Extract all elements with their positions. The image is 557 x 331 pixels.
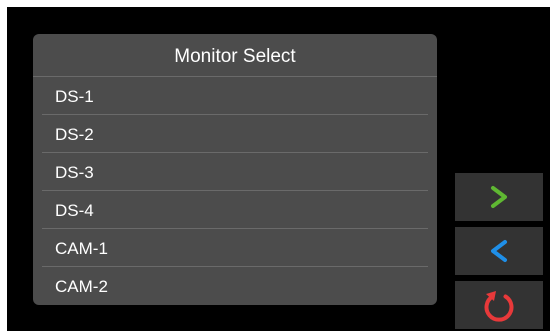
- list-item-ds-1[interactable]: DS-1: [42, 77, 428, 115]
- previous-button[interactable]: [455, 227, 543, 275]
- chevron-left-icon: [491, 240, 507, 262]
- dialog-title: Monitor Select: [33, 34, 437, 77]
- monitor-list: DS-1 DS-2 DS-3 DS-4 CAM-1 CAM-2: [33, 77, 437, 305]
- undo-circle-icon: [484, 291, 514, 322]
- chevron-right-icon: [491, 186, 507, 208]
- back-button[interactable]: [455, 281, 543, 329]
- monitor-select-dialog: Monitor Select DS-1 DS-2 DS-3 DS-4 CAM-1…: [33, 34, 437, 305]
- list-item-ds-4[interactable]: DS-4: [42, 191, 428, 229]
- list-item-cam-1[interactable]: CAM-1: [42, 229, 428, 267]
- next-button[interactable]: [455, 173, 543, 221]
- list-item-ds-3[interactable]: DS-3: [42, 153, 428, 191]
- list-item-cam-2[interactable]: CAM-2: [42, 267, 428, 305]
- list-item-ds-2[interactable]: DS-2: [42, 115, 428, 153]
